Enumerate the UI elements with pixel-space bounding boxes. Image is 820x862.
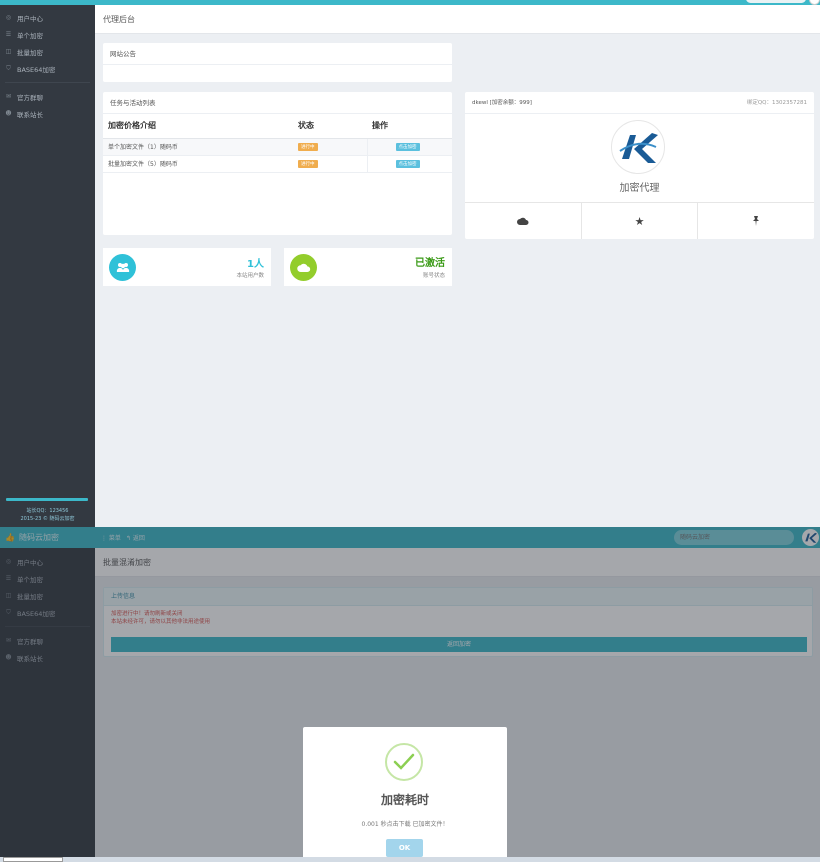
sidebar-item-single-encrypt[interactable]: ☰ 单个加密 (0, 26, 95, 43)
file-icon: ◫ (5, 48, 12, 55)
account-status-card: 已激活 账号状态 (284, 248, 452, 286)
taskbar-item[interactable] (3, 857, 63, 862)
profile-user: dkewl [加密余额：999] (472, 100, 532, 106)
cloud-icon (290, 254, 317, 281)
notice-card: 网站公告 (103, 43, 452, 82)
profile-actions: ★ (465, 202, 814, 239)
cloud-icon (516, 217, 529, 225)
sidebar-item-batch-encrypt[interactable]: ◫ 批量加密 (0, 43, 95, 60)
taskbar (0, 857, 820, 862)
profile-card: dkewl [加密余额：999] 绑定QQ：1302357281 加密代理 ★ (465, 92, 814, 239)
user-circle-icon: ◎ (5, 14, 12, 21)
account-status-value: 已激活 (415, 258, 445, 269)
sidebar-item-user-center[interactable]: ◎ 用户中心 (0, 9, 95, 26)
sidebar-divider (5, 82, 90, 83)
task-list-title: 任务与活动列表 (103, 92, 452, 114)
user-count-card: 1人 本站用户数 (103, 248, 271, 286)
cloud-button[interactable] (465, 203, 582, 239)
column-header: 加密价格介绍 (103, 114, 293, 139)
page-header: 代理后台 (95, 5, 820, 34)
progress-bar (6, 498, 88, 501)
profile-header: dkewl [加密余额：999] 绑定QQ：1302357281 (465, 92, 814, 114)
brand-logo-icon (615, 124, 661, 170)
user-count-value: 1人 (247, 259, 264, 270)
row-name: 批量加密文件（5）随码币 (103, 155, 293, 173)
profile-qq: 绑定QQ：1302357281 (746, 100, 807, 106)
modal-text: 0.001 秒点击下载 已加密文件！ (361, 821, 449, 828)
result-modal: 加密耗时 0.001 秒点击下载 已加密文件！ OK (303, 727, 507, 862)
table-row: 单个加密文件（1）随码币 进行中 点击加密 (103, 138, 452, 156)
task-list-card: 任务与活动列表 加密价格介绍 状态 操作 单个加密文件（1）随码币 进行中 点击… (103, 92, 452, 235)
footer-copyright: 2015-23 © 随码云加密 (20, 516, 75, 522)
sidebar-footer: 站长QQ：123456 2015-23 © 随码云加密 (0, 507, 95, 523)
pin-icon (753, 216, 760, 226)
users-icon (109, 254, 136, 281)
encrypt-button[interactable]: 点击加密 (395, 142, 420, 151)
modal-title: 加密耗时 (380, 793, 429, 807)
row-name: 单个加密文件（1）随码币 (103, 138, 293, 156)
sidebar-item-contact[interactable]: ☻ 联系站长 (0, 105, 95, 122)
ok-button[interactable]: OK (386, 839, 423, 857)
batch-encrypt-pane: 👍随码云加密 ⋮ 菜单 ↰ 返回 ◎用户中心 ☰单个加密 ◫批量加密 ⛉BASE… (0, 527, 820, 862)
status-badge: 进行中 (298, 159, 318, 168)
encrypt-button[interactable]: 点击加密 (395, 159, 420, 168)
dashboard-pane: ◎ 用户中心 ☰ 单个加密 ◫ 批量加密 ⛉ BASE64加密 ✉ 官方群聊 ☻ 联系站长 … (0, 0, 820, 527)
column-header: 操作 (367, 114, 452, 139)
pin-button[interactable] (698, 203, 814, 239)
chat-icon: ✉ (5, 93, 12, 100)
success-check-icon (385, 743, 423, 781)
price-table: 加密价格介绍 状态 操作 单个加密文件（1）随码币 进行中 点击加密 批量加密文… (103, 114, 452, 173)
search-input[interactable] (746, 0, 806, 3)
sidebar-item-base64[interactable]: ⛉ BASE64加密 (0, 60, 95, 77)
user-group-icon: ☻ (5, 110, 12, 117)
list-icon: ☰ (5, 31, 12, 38)
table-header-row: 加密价格介绍 状态 操作 (103, 114, 452, 139)
status-badge: 进行中 (298, 142, 318, 151)
user-count-label: 本站用户数 (236, 273, 264, 279)
footer-qq: 站长QQ：123456 (26, 508, 69, 514)
page-title: 代理后台 (103, 15, 135, 24)
account-status-label: 账号状态 (422, 273, 445, 279)
star-icon: ★ (634, 214, 645, 228)
profile-logo (611, 120, 665, 174)
column-header: 状态 (293, 114, 367, 139)
notice-title: 网站公告 (103, 43, 452, 65)
table-row: 批量加密文件（5）随码币 进行中 点击加密 (103, 155, 452, 173)
sidebar-item-official-group[interactable]: ✉ 官方群聊 (0, 88, 95, 105)
star-button[interactable]: ★ (582, 203, 699, 239)
profile-role: 加密代理 (619, 183, 660, 194)
shield-icon: ⛉ (6, 64, 11, 72)
sidebar: ◎ 用户中心 ☰ 单个加密 ◫ 批量加密 ⛉ BASE64加密 ✉ 官方群聊 ☻ 联系站长 … (0, 5, 95, 527)
